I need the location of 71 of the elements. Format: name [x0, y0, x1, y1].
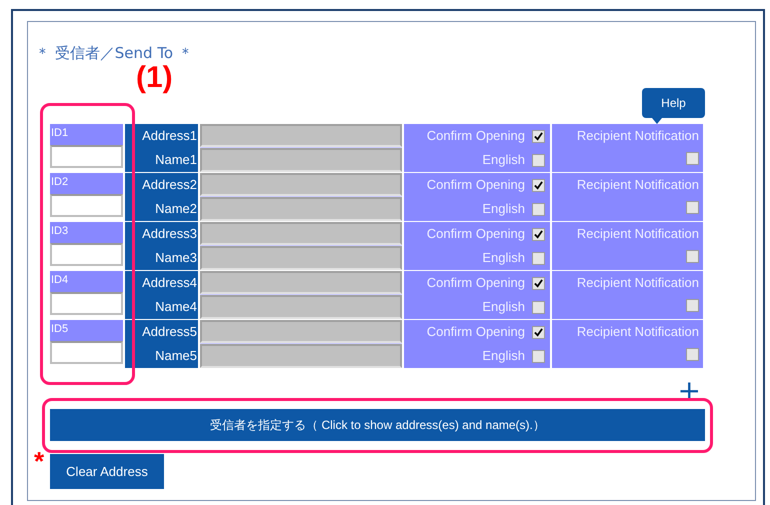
annotation-number: (1) — [136, 61, 173, 96]
checkbox[interactable] — [686, 200, 699, 214]
checkmark-icon — [534, 278, 543, 288]
name-input-field[interactable] — [200, 344, 402, 368]
id-label: ID2 — [50, 173, 123, 194]
name-input-field[interactable] — [200, 148, 402, 172]
name-input-field[interactable] — [200, 197, 402, 221]
show-recipients-button[interactable]: 受信者を指定する（ Click to show address(es) and name(s).） — [50, 409, 705, 441]
checkmark-icon — [534, 180, 543, 190]
id-input-field[interactable] — [50, 194, 123, 217]
checkbox[interactable] — [532, 252, 545, 264]
tooltip-pointer-icon — [652, 118, 662, 124]
address-input-field[interactable] — [200, 173, 402, 196]
english-label: English — [482, 151, 525, 170]
id-label: ID3 — [50, 222, 123, 243]
name-input-field[interactable] — [200, 295, 402, 319]
name-input-field[interactable] — [200, 246, 402, 270]
name-label: Name1 — [155, 151, 197, 170]
name-label: Name5 — [155, 347, 197, 366]
recipient-notification-label: Recipient Notification — [576, 323, 699, 341]
english-label: English — [482, 298, 525, 316]
name-label: Name3 — [155, 249, 197, 268]
checkbox[interactable] — [686, 348, 699, 360]
checkbox[interactable] — [532, 326, 545, 338]
checkmark-icon — [534, 230, 543, 238]
clear-address-button[interactable]: Clear Address — [50, 454, 164, 489]
checkbox[interactable] — [532, 276, 545, 290]
checkbox[interactable] — [532, 178, 545, 192]
name-label: Name4 — [155, 298, 197, 316]
address-input-field[interactable] — [200, 271, 402, 294]
address-label: Address5 — [142, 323, 197, 342]
checkmark-icon — [534, 132, 543, 140]
id-label: ID1 — [50, 124, 123, 145]
english-label: English — [482, 249, 525, 268]
address-label: Address2 — [142, 176, 197, 194]
id-input-field[interactable] — [50, 145, 123, 168]
address-label: Address1 — [142, 127, 197, 146]
address-input-field[interactable] — [200, 124, 402, 147]
confirm-opening-label: Confirm Opening — [426, 176, 525, 194]
address-label: Address3 — [142, 225, 197, 244]
confirm-opening-label: Confirm Opening — [426, 323, 525, 342]
checkbox[interactable] — [686, 152, 699, 164]
english-label: English — [482, 347, 525, 366]
confirm-opening-label: Confirm Opening — [426, 127, 525, 146]
id-label: ID5 — [50, 320, 123, 341]
checkbox[interactable] — [532, 350, 545, 362]
checkbox[interactable] — [532, 300, 545, 314]
name-label: Name2 — [155, 200, 197, 218]
address-input-field[interactable] — [200, 320, 402, 343]
checkbox[interactable] — [532, 154, 545, 166]
checkbox[interactable] — [686, 250, 699, 262]
address-input-field[interactable] — [200, 222, 402, 245]
recipient-notification-label: Recipient Notification — [576, 225, 699, 243]
confirm-opening-label: Confirm Opening — [426, 274, 525, 292]
checkbox[interactable] — [686, 298, 699, 312]
id-input-field[interactable] — [50, 341, 123, 364]
checkmark-icon — [534, 328, 543, 336]
id-label: ID4 — [50, 271, 123, 292]
english-label: English — [482, 200, 525, 218]
required-mark: * — [34, 451, 46, 471]
checkbox[interactable] — [532, 228, 545, 240]
checkbox[interactable] — [532, 130, 545, 142]
confirm-opening-label: Confirm Opening — [426, 225, 525, 244]
address-label: Address4 — [142, 274, 197, 292]
recipient-notification-label: Recipient Notification — [576, 176, 699, 194]
checkbox[interactable] — [532, 202, 545, 216]
section-title: ＊ 受信者／Send To ＊ — [35, 43, 194, 63]
recipient-notification-label: Recipient Notification — [576, 274, 699, 292]
recipient-notification-label: Recipient Notification — [576, 127, 699, 145]
id-input-field[interactable] — [50, 292, 123, 315]
id-input-field[interactable] — [50, 243, 123, 266]
